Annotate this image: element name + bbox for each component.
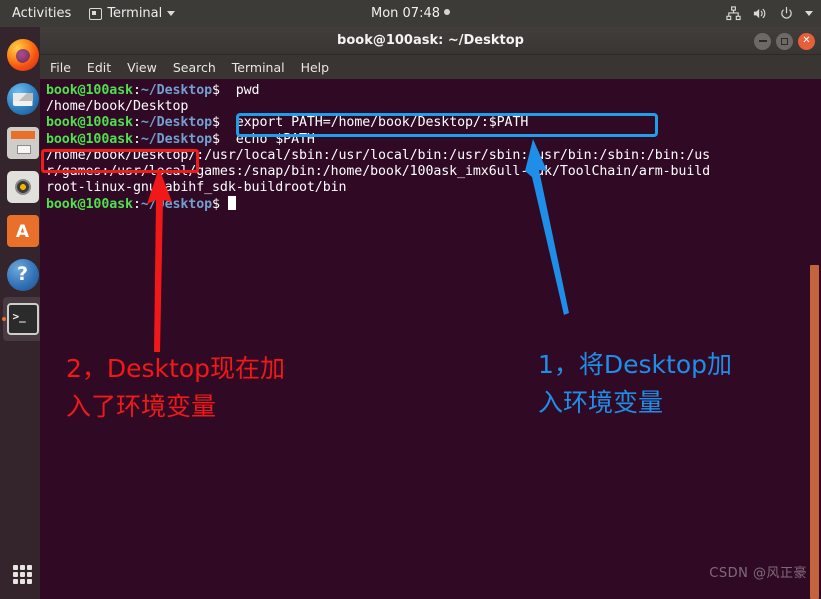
- terminal-window-icon: [89, 7, 103, 20]
- prompt-dollar: $: [212, 197, 228, 213]
- dock-item-thunderbird[interactable]: [3, 77, 43, 121]
- terminal-output: /home/book/Desktop: [46, 99, 189, 115]
- arrow-pointing-to-desktop-path: [147, 168, 172, 352]
- music-player-icon: [6, 171, 39, 203]
- desktop-screen: Activities Terminal Mon 07:48 A ? >_ boo…: [0, 0, 821, 599]
- dock-item-terminal[interactable]: [2, 297, 43, 341]
- prompt-path: ~/Desktop: [140, 83, 213, 98]
- annotation-note-red: 2，Desktop现在加 入了环境变量: [66, 354, 286, 421]
- gnome-top-bar: Activities Terminal Mon 07:48: [0, 0, 821, 27]
- dock-item-firefox[interactable]: [3, 33, 43, 77]
- prompt-user: book@100ask: [46, 115, 133, 131]
- mail-icon: [6, 83, 39, 115]
- window-title: book@100ask: ~/Desktop: [337, 33, 524, 48]
- terminal-line: book@100ask:~/Desktop$ pwd: [46, 83, 815, 99]
- notification-dot-icon: [444, 9, 450, 15]
- close-button[interactable]: ✕: [798, 32, 815, 50]
- prompt-sep: :: [132, 83, 141, 98]
- clock-label: Mon 07:48: [370, 6, 440, 21]
- menu-item-edit[interactable]: Edit: [87, 60, 111, 75]
- ubuntu-dock: [0, 27, 45, 599]
- show-applications-button[interactable]: [0, 551, 45, 597]
- dock-item-ubuntu-software[interactable]: [3, 209, 43, 253]
- prompt-sep: :: [132, 131, 141, 147]
- files-cabinet-icon: [6, 127, 39, 159]
- prompt-user: book@100ask: [46, 197, 133, 213]
- volume-icon[interactable]: [752, 6, 768, 21]
- chevron-down-icon[interactable]: [805, 11, 813, 16]
- prompt-user: book@100ask: [46, 131, 133, 147]
- prompt-user: book@100ask: [46, 83, 133, 98]
- menu-item-file[interactable]: File: [50, 60, 71, 75]
- menu-item-view[interactable]: View: [127, 60, 157, 75]
- app-grid-icon: [13, 564, 32, 584]
- annotation-note-blue: 1，将Desktop加 入环境变量: [538, 350, 733, 417]
- app-menu-button[interactable]: Terminal: [81, 0, 183, 27]
- minimize-button[interactable]: [754, 32, 771, 50]
- activities-label: Activities: [12, 6, 72, 21]
- chevron-down-icon: [167, 11, 176, 16]
- network-icon[interactable]: [726, 6, 741, 21]
- prompt-sep: :: [132, 115, 141, 131]
- csdn-watermark: CSDN @风正豪: [709, 566, 807, 581]
- activities-button[interactable]: Activities: [0, 0, 81, 27]
- arrow-pointing-to-export-command: [525, 139, 569, 315]
- prompt-path: ~/Desktop: [140, 115, 213, 131]
- power-icon[interactable]: [779, 6, 794, 21]
- terminal-scrollbar[interactable]: [810, 265, 819, 599]
- software-bag-icon: [6, 215, 39, 247]
- terminal-output: root-linux-gnueabihf_sdk-buildroot/bin: [46, 180, 347, 196]
- terminal-cursor: [227, 196, 236, 211]
- dock-item-help[interactable]: [3, 253, 43, 297]
- prompt-dollar: $: [212, 83, 228, 98]
- menu-item-terminal[interactable]: Terminal: [232, 60, 285, 75]
- system-tray[interactable]: [726, 0, 813, 27]
- firefox-icon: [6, 39, 39, 71]
- dock-item-rhythmbox[interactable]: [3, 165, 43, 209]
- prompt-path: ~/Desktop: [140, 131, 213, 147]
- export-command-highlight-box: [236, 113, 658, 137]
- app-menu-label: Terminal: [107, 6, 163, 21]
- question-mark-icon: [6, 259, 39, 291]
- dock-item-files[interactable]: [3, 121, 43, 165]
- prompt-dollar: $: [212, 131, 228, 147]
- window-controls: ✕: [754, 27, 815, 55]
- window-titlebar[interactable]: book@100ask: ~/Desktop ✕: [40, 27, 821, 55]
- maximize-button[interactable]: [776, 32, 793, 50]
- prompt-dollar: $: [212, 115, 228, 131]
- terminal-icon: [6, 303, 39, 335]
- terminal-command: pwd: [227, 83, 260, 98]
- menu-item-search[interactable]: Search: [173, 60, 216, 75]
- terminal-menubar: File Edit View Search Terminal Help: [40, 55, 821, 79]
- menu-item-help[interactable]: Help: [301, 60, 330, 75]
